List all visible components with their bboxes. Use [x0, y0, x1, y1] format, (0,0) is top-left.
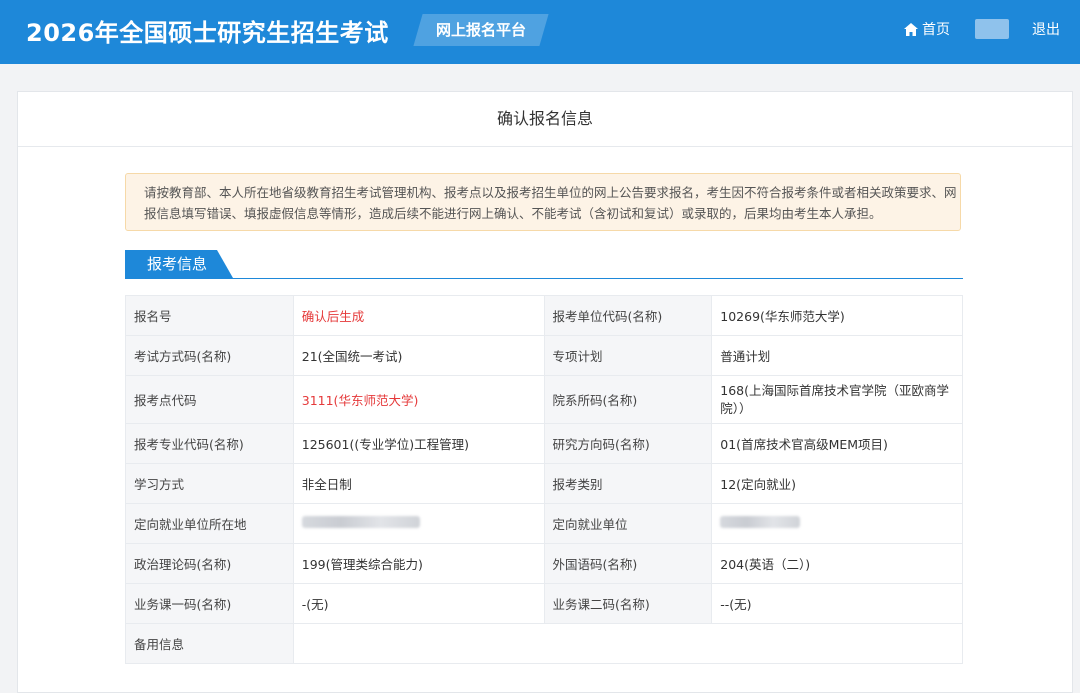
redacted-text — [301, 516, 420, 528]
value-cell: 10269(华东师范大学) — [711, 295, 963, 336]
label-cell: 报名号 — [125, 295, 294, 336]
card-title: 确认报名信息 — [18, 92, 1072, 147]
value-cell: 3111(华东师范大学) — [292, 375, 545, 424]
redacted-text — [720, 516, 801, 528]
home-icon — [904, 22, 918, 36]
value-cell: 199(管理类综合能力) — [292, 543, 545, 584]
value-cell: 非全日制 — [292, 463, 545, 504]
label-cell: 学习方式 — [125, 463, 294, 504]
label-cell: 业务课一码(名称) — [125, 583, 294, 624]
value-cell: 确认后生成 — [292, 295, 545, 336]
table-row: 报名号 确认后生成 报考单位代码(名称) 10269(华东师范大学) — [125, 295, 963, 336]
value-cell: 21(全国统一考试) — [292, 335, 545, 376]
label-cell: 外国语码(名称) — [543, 543, 713, 584]
table-row: 定向就业单位所在地 定向就业单位 — [125, 503, 963, 544]
label-cell: 定向就业单位 — [543, 503, 713, 544]
table-row: 报考点代码 3111(华东师范大学) 院系所码(名称) 168(上海国际首席技术… — [125, 375, 963, 424]
value-cell: 01(首席技术官高级MEM项目) — [711, 423, 963, 464]
home-link[interactable]: 首页 — [904, 19, 950, 39]
value-cell: 168(上海国际首席技术官学院（亚欧商学院）） — [711, 375, 963, 424]
label-cell: 定向就业单位所在地 — [125, 503, 294, 544]
user-avatar[interactable] — [975, 19, 1009, 39]
label-cell: 报考类别 — [543, 463, 713, 504]
label-cell: 报考单位代码(名称) — [543, 295, 713, 336]
label-cell: 业务课二码(名称) — [543, 583, 713, 624]
value-cell: 12(定向就业) — [711, 463, 963, 504]
label-cell: 政治理论码(名称) — [125, 543, 294, 584]
label-cell: 专项计划 — [543, 335, 713, 376]
value-cell — [292, 623, 964, 664]
label-cell: 备用信息 — [125, 623, 294, 664]
section-title: 报考信息 — [147, 255, 208, 273]
table-row: 学习方式 非全日制 报考类别 12(定向就业) — [125, 463, 963, 504]
value-cell: --(无) — [711, 583, 963, 624]
value-cell: -(无) — [292, 583, 545, 624]
table-row: 业务课一码(名称) -(无) 业务课二码(名称) --(无) — [125, 583, 963, 624]
table-row: 报考专业代码(名称) 125601((专业学位)工程管理) 研究方向码(名称) … — [125, 423, 963, 464]
table-row: 考试方式码(名称) 21(全国统一考试) 专项计划 普通计划 — [125, 335, 963, 376]
home-label: 首页 — [922, 22, 950, 38]
notice-box: 请按教育部、本人所在地省级教育招生考试管理机构、报考点以及报考招生单位的网上公告… — [125, 173, 961, 231]
platform-badge: 网上报名平台 — [435, 21, 526, 39]
label-cell: 研究方向码(名称) — [543, 423, 713, 464]
logout-link[interactable]: 退出 — [1032, 19, 1060, 39]
redacted-value-cell — [711, 503, 963, 544]
value-cell: 125601((专业学位)工程管理) — [292, 423, 545, 464]
info-table: 报名号 确认后生成 报考单位代码(名称) 10269(华东师范大学) 考试方式码… — [125, 295, 964, 664]
redacted-value-cell — [292, 503, 545, 544]
table-row: 备用信息 — [125, 623, 964, 664]
label-cell: 报考点代码 — [125, 375, 294, 424]
value-cell: 204(英语（二）) — [711, 543, 963, 584]
label-cell: 考试方式码(名称) — [125, 335, 294, 376]
section-header: 报考信息 — [125, 250, 963, 279]
label-cell: 报考专业代码(名称) — [125, 423, 294, 464]
top-header: 2026年全国硕士研究生招生考试 网上报名平台 首页 退出 — [0, 0, 1080, 64]
page-title: 2026年全国硕士研究生招生考试 — [26, 19, 389, 47]
confirm-card: 确认报名信息 请按教育部、本人所在地省级教育招生考试管理机构、报考点以及报考招生… — [17, 91, 1073, 693]
label-cell: 院系所码(名称) — [543, 375, 713, 424]
table-row: 政治理论码(名称) 199(管理类综合能力) 外国语码(名称) 204(英语（二… — [125, 543, 963, 584]
value-cell: 普通计划 — [711, 335, 963, 376]
